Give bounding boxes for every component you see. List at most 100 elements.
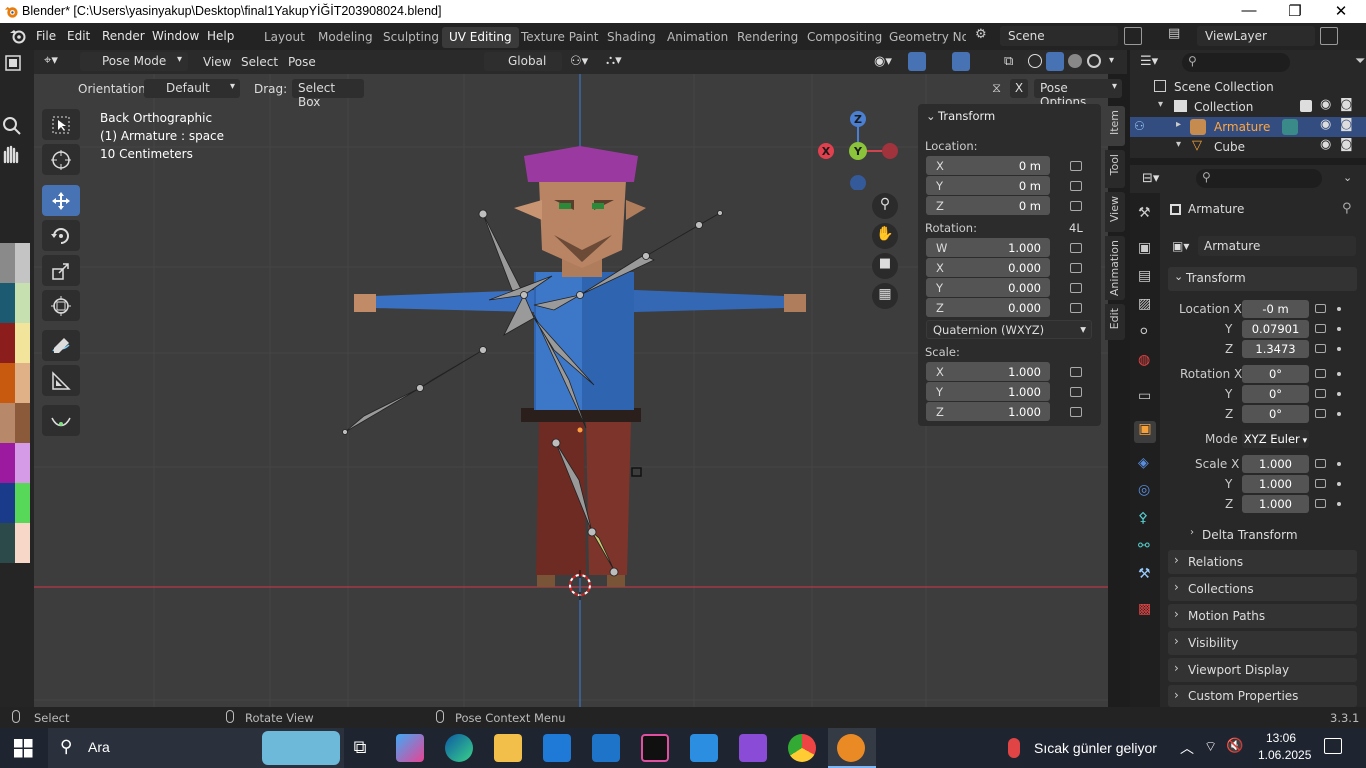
zoom-icon[interactable]	[0, 114, 26, 136]
lock-icon[interactable]	[1070, 367, 1082, 377]
render-tab-icon[interactable]: ▣	[1138, 240, 1151, 256]
windows-start-icon[interactable]	[14, 739, 33, 758]
move-tool[interactable]	[42, 185, 80, 216]
scale-x-field[interactable]: X 1.000	[926, 362, 1050, 381]
eye-icon[interactable]: ◉	[1320, 117, 1331, 132]
pivot-point-icon[interactable]: ⚇▾	[570, 54, 588, 69]
lock-icon[interactable]	[1070, 387, 1082, 397]
workspace-tab-geometry-nodes[interactable]: Geometry Noc	[882, 27, 966, 48]
palette-swatch[interactable]	[0, 363, 15, 403]
texture-tab-icon[interactable]: ▩	[1138, 601, 1151, 617]
palette-swatch[interactable]	[0, 283, 15, 323]
drag-selector[interactable]: Select Box	[292, 79, 364, 109]
camera-icon[interactable]: ◙	[1340, 137, 1353, 152]
rotation-y-field[interactable]: Y 0.000	[926, 278, 1050, 297]
rotation-mode-select[interactable]: XYZ Euler ▾	[1242, 430, 1309, 448]
custom-properties-section[interactable]: › Custom Properties	[1168, 685, 1357, 707]
lock-icon[interactable]	[1315, 459, 1326, 468]
menu-render[interactable]: Render	[102, 29, 145, 43]
camera-view-icon[interactable]: ■	[872, 253, 898, 279]
filter-icon[interactable]: ⏷	[1355, 54, 1365, 69]
viewlayer-selector[interactable]: ViewLayer	[1197, 26, 1315, 46]
measure-tool[interactable]	[42, 365, 80, 396]
scene-browse-icon[interactable]: ⚙	[975, 27, 997, 46]
editor-type-icon[interactable]	[4, 54, 26, 72]
palette-swatch[interactable]	[15, 243, 30, 283]
chrome-icon[interactable]	[788, 734, 816, 762]
keyframe-dot-icon[interactable]	[1337, 412, 1341, 416]
pin-icon[interactable]: ⚲	[1342, 201, 1352, 216]
lock-icon[interactable]	[1070, 303, 1082, 313]
viewlayer-new-icon[interactable]	[1320, 27, 1338, 45]
modifier-tab-icon[interactable]: ◈	[1138, 455, 1149, 471]
rotation-lock-4d-toggle[interactable]: 4L	[1069, 221, 1083, 235]
palette-swatch[interactable]	[15, 403, 30, 443]
outliner-row-armature[interactable]: ⚇ ▸ Armature ◉ ◙	[1130, 117, 1366, 137]
palette-swatch[interactable]	[0, 323, 15, 363]
workspace-tab-layout[interactable]: Layout	[257, 27, 312, 48]
menu-pose[interactable]: Pose	[288, 55, 316, 69]
sidebar-tab-tool[interactable]: Tool	[1105, 150, 1125, 188]
scale-y-field[interactable]: Y 1.000	[926, 382, 1050, 401]
chevron-down-icon[interactable]: ⌄	[1343, 171, 1352, 184]
outliner-row-scene-collection[interactable]: Scene Collection	[1130, 77, 1366, 97]
scene-selector[interactable]: Scene	[1000, 26, 1118, 46]
edge-browser-icon[interactable]	[445, 734, 473, 762]
microsoft-store-icon[interactable]	[543, 734, 571, 762]
checkbox-icon[interactable]	[1300, 100, 1312, 112]
rotation-mode-dropdown[interactable]: Quaternion (WXYZ) ▾	[926, 320, 1092, 339]
zoom-view-icon[interactable]: ⚲	[872, 193, 898, 219]
palette-swatch[interactable]	[0, 483, 15, 523]
copilot-icon[interactable]	[396, 734, 424, 762]
close-icon[interactable]: ✕	[1318, 2, 1364, 20]
sidebar-tab-view[interactable]: View	[1105, 192, 1125, 232]
lock-icon[interactable]	[1315, 389, 1326, 398]
keyframe-dot-icon[interactable]	[1337, 502, 1341, 506]
cursor-tool[interactable]	[42, 144, 80, 175]
sidebar-tab-animation[interactable]: Animation	[1105, 236, 1125, 300]
menu-help[interactable]: Help	[207, 29, 234, 43]
palette-swatch[interactable]	[15, 283, 30, 323]
rotate-tool[interactable]	[42, 220, 80, 251]
blender-menu-icon[interactable]	[9, 28, 27, 44]
transform-tool[interactable]	[42, 290, 80, 321]
xray-toggle-icon[interactable]: ⧉	[1004, 54, 1013, 69]
prop-rotation-x-field[interactable]: 0°	[1242, 365, 1309, 383]
palette-swatch[interactable]	[15, 483, 30, 523]
vscode-icon[interactable]	[690, 734, 718, 762]
volume-muted-icon[interactable]: 🔇	[1226, 738, 1243, 754]
menu-file[interactable]: File	[36, 29, 56, 43]
location-x-field[interactable]: X 0 m	[926, 156, 1050, 175]
file-explorer-icon[interactable]	[494, 734, 522, 762]
prop-location-y-field[interactable]: 0.07901	[1242, 320, 1309, 338]
view-layer-tab-icon[interactable]: ▨	[1138, 296, 1151, 312]
lock-icon[interactable]	[1315, 499, 1326, 508]
workspace-tab-modeling[interactable]: Modeling	[311, 27, 380, 48]
workspace-tab-compositing[interactable]: Compositing	[800, 27, 889, 48]
palette-swatch[interactable]	[15, 363, 30, 403]
weather-text[interactable]: Sıcak günler geliyor	[1034, 740, 1157, 756]
prop-scale-x-field[interactable]: 1.000	[1242, 455, 1309, 473]
properties-editor-icon[interactable]: ⊟▾	[1142, 171, 1159, 186]
lock-icon[interactable]	[1315, 324, 1326, 333]
keyframe-dot-icon[interactable]	[1337, 347, 1341, 351]
prop-scale-y-field[interactable]: 1.000	[1242, 475, 1309, 493]
wireframe-shading-icon[interactable]	[1028, 54, 1042, 68]
transform-orientation-selector[interactable]: Global	[484, 52, 562, 71]
keyframe-dot-icon[interactable]	[1337, 462, 1341, 466]
viewport-display-section[interactable]: › Viewport Display	[1168, 658, 1357, 682]
mode-selector[interactable]: Pose Mode ▾	[80, 52, 188, 71]
palette-swatch[interactable]	[15, 443, 30, 483]
menu-edit[interactable]: Edit	[67, 29, 90, 43]
mirror-options-icon[interactable]: ⧖	[992, 81, 1001, 96]
material-shading-icon[interactable]	[1068, 54, 1082, 68]
maximize-icon[interactable]: ❐	[1272, 2, 1318, 20]
editor-type-3d-icon[interactable]: ⌖▾	[44, 53, 80, 71]
wifi-icon[interactable]: ⌔	[1204, 738, 1217, 756]
lock-icon[interactable]	[1070, 201, 1082, 211]
object-tab-icon[interactable]: ▣	[1134, 421, 1156, 443]
lock-icon[interactable]	[1315, 409, 1326, 418]
rotation-w-field[interactable]: W 1.000	[926, 238, 1050, 257]
lock-icon[interactable]	[1070, 161, 1082, 171]
properties-search-input[interactable]: ⚲	[1196, 169, 1322, 188]
